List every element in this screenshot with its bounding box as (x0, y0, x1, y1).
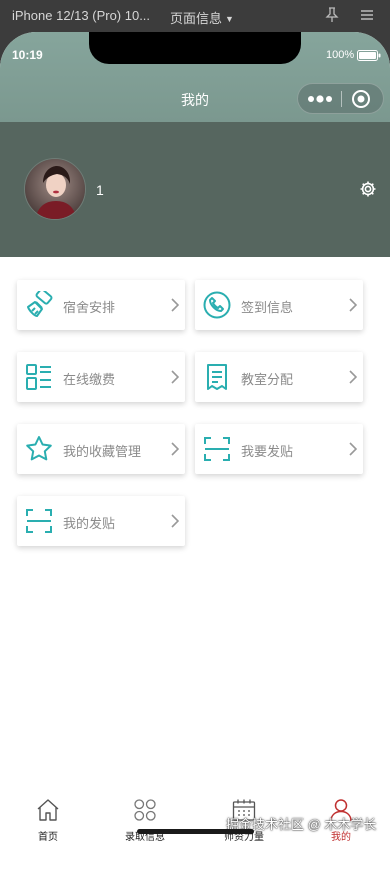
menu-icon[interactable] (360, 8, 374, 22)
chevron-right-icon (349, 442, 357, 456)
chevron-right-icon (171, 298, 179, 312)
page-info-dropdown[interactable]: 页面信息 ▼ (170, 8, 234, 27)
pin-icon[interactable] (325, 7, 339, 23)
tab-admission[interactable]: 录取信息 (105, 798, 185, 843)
grid-icon (134, 799, 156, 821)
menu-item-label: 我的发贴 (63, 516, 116, 531)
simulator-toolbar: iPhone 12/13 (Pro) 10... 页面信息 ▼ (0, 0, 390, 32)
list-icon (26, 364, 51, 390)
chevron-right-icon (171, 442, 179, 456)
close-target-icon[interactable] (351, 89, 371, 109)
phone-screen: 10:19 100% 我的 1 宿舍安排 签到信息 在线缴费 教室分配 我的收藏… (0, 32, 390, 875)
avatar[interactable] (24, 158, 86, 220)
home-indicator (137, 829, 254, 834)
status-time: 10:19 (12, 48, 43, 62)
menu-item-create-post[interactable]: 我要发贴 (195, 424, 363, 474)
chevron-right-icon (349, 298, 357, 312)
menu-item-label: 宿舍安排 (63, 300, 116, 315)
menu-item-my-posts[interactable]: 我的发贴 (17, 496, 185, 546)
menu-item-classroom[interactable]: 教室分配 (195, 352, 363, 402)
receipt-icon (207, 364, 227, 390)
capsule-divider (341, 91, 342, 107)
menu-item-label: 在线缴费 (63, 372, 116, 387)
gear-icon[interactable] (359, 180, 377, 198)
avatar-photo (25, 159, 85, 219)
chevron-right-icon (349, 370, 357, 384)
battery-icon (357, 50, 381, 61)
scan-icon (204, 437, 230, 461)
page-info-label: 页面信息 (170, 11, 223, 26)
notch (89, 32, 301, 64)
sweep-icon (27, 291, 53, 317)
battery-percent: 100% (326, 49, 355, 61)
star-icon (26, 436, 52, 461)
menu-item-checkin[interactable]: 签到信息 (195, 280, 363, 330)
menu-item-dormitory[interactable]: 宿舍安排 (17, 280, 185, 330)
navigation-bar: 10:19 100% 我的 (0, 32, 390, 122)
tab-label: 首页 (38, 832, 58, 843)
more-dots-icon[interactable] (306, 91, 334, 107)
username: 1 (96, 182, 104, 198)
menu-item-label: 教室分配 (241, 372, 294, 387)
chevron-right-icon (171, 514, 179, 528)
profile-header: 1 (0, 122, 390, 257)
menu-item-label: 我要发贴 (241, 444, 294, 459)
chevron-right-icon (171, 370, 179, 384)
menu-item-label: 签到信息 (241, 300, 294, 315)
phone-icon (203, 291, 231, 319)
scan-icon (26, 509, 52, 533)
tab-home[interactable]: 首页 (8, 798, 88, 843)
menu-item-favorites[interactable]: 我的收藏管理 (17, 424, 185, 474)
mini-program-capsule (297, 83, 384, 114)
caret-down-icon: ▼ (225, 14, 234, 24)
home-icon (37, 799, 59, 821)
device-selector[interactable]: iPhone 12/13 (Pro) 10... (12, 8, 150, 23)
menu-item-payment[interactable]: 在线缴费 (17, 352, 185, 402)
menu-item-label: 我的收藏管理 (63, 444, 142, 459)
